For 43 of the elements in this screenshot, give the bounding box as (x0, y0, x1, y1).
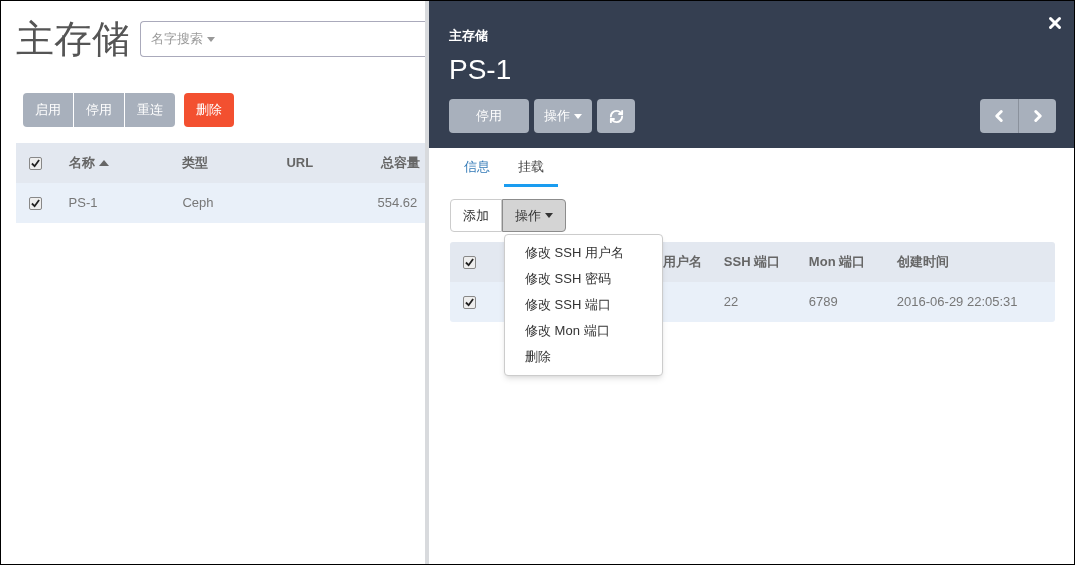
next-button[interactable] (1018, 99, 1056, 133)
caret-icon (207, 36, 215, 42)
check-icon (31, 198, 41, 208)
checkbox[interactable] (29, 156, 43, 170)
menu-item[interactable]: 删除 (505, 344, 662, 370)
tab[interactable]: 挂载 (504, 150, 558, 187)
panel-title: PS-1 (449, 53, 513, 87)
filter-select[interactable]: 名字搜索 (151, 29, 215, 49)
add-button[interactable]: 添加 (450, 199, 502, 232)
checkbox[interactable] (463, 295, 477, 309)
sort-up-icon (98, 160, 109, 166)
page-title: 主存储 (16, 17, 130, 61)
table-cell: 2016-06-29 22:05:31 (896, 294, 1018, 310)
column-header[interactable]: 创建时间 (896, 254, 949, 270)
column-header[interactable]: 总容量 (380, 153, 420, 173)
column-header[interactable]: 名称 (68, 153, 109, 173)
checkbox[interactable] (29, 196, 43, 210)
column-header[interactable]: 用户名 (662, 254, 702, 270)
table-cell: 554.62 (377, 195, 418, 211)
check-icon (465, 297, 475, 307)
panel-subtitle: 主存储 (449, 27, 489, 45)
checkbox[interactable] (463, 255, 477, 269)
table-cell: 6789 (808, 294, 838, 310)
delete-button[interactable]: 删除 (184, 93, 234, 127)
search-field[interactable]: 名字搜索 (140, 21, 427, 57)
menu-item[interactable]: 修改 SSH 用户名 (505, 240, 662, 266)
caret-icon (574, 113, 582, 119)
check-icon (465, 257, 475, 267)
column-header[interactable]: 类型 (182, 153, 209, 173)
column-header[interactable]: SSH 端口 (723, 254, 781, 270)
table-cell: PS-1 (68, 195, 98, 211)
table-row[interactable]: PS-1 Ceph 554.62 (16, 183, 427, 223)
close-icon (1046, 14, 1064, 32)
refresh-icon (608, 108, 624, 124)
column-header[interactable]: Mon 端口 (808, 254, 866, 270)
close-button[interactable] (1046, 14, 1064, 32)
table-cell: 22 (723, 294, 739, 310)
check-icon (31, 158, 41, 168)
table-cell: Ceph (182, 195, 214, 211)
menu-item[interactable]: 修改 SSH 端口 (505, 292, 662, 318)
actions-dropdown[interactable]: 操作 (502, 199, 566, 232)
column-header[interactable]: URL (286, 153, 314, 173)
tab[interactable]: 信息 (450, 150, 504, 187)
